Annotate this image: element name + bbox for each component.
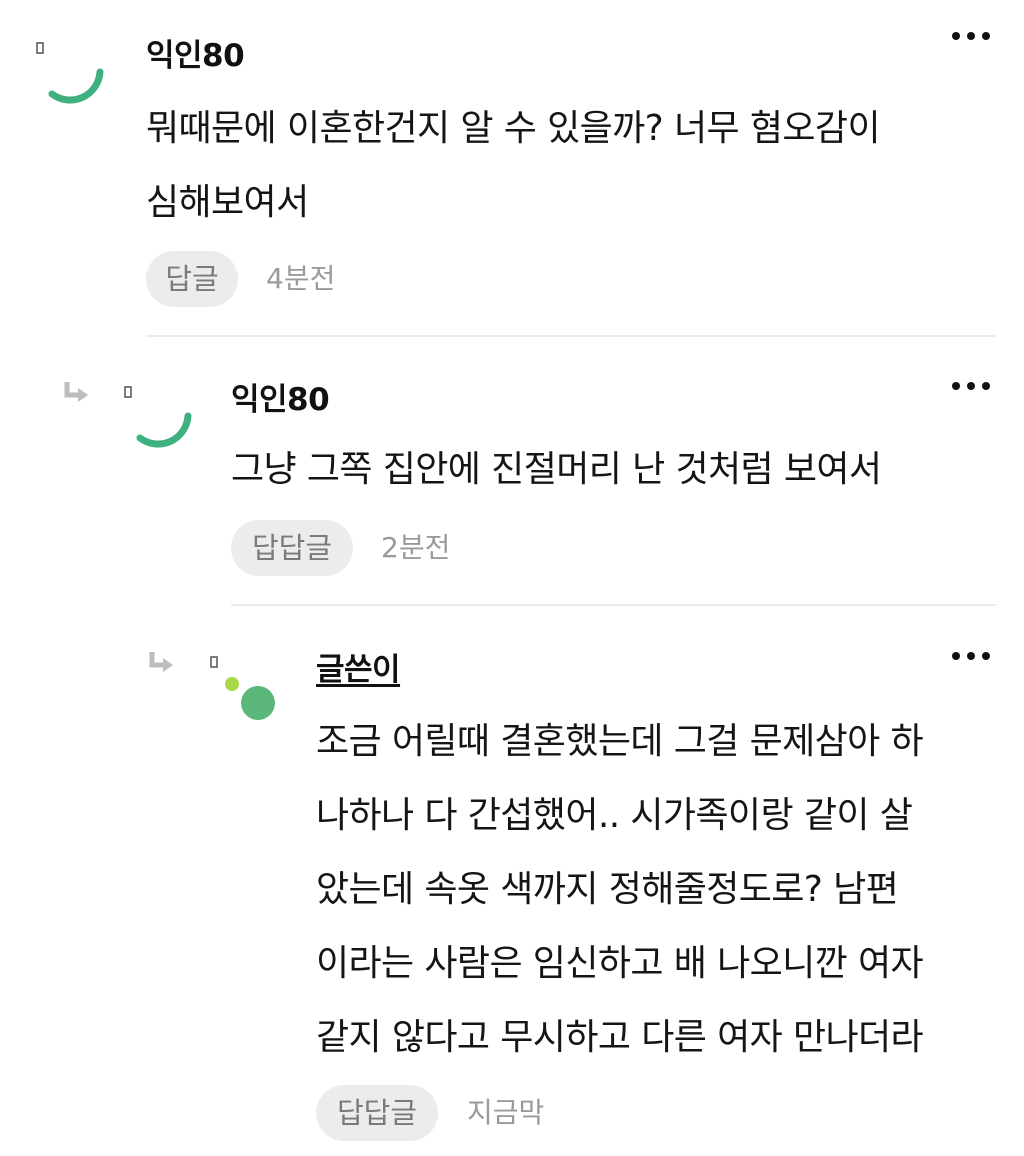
author-name[interactable]: 글쓴이 bbox=[316, 650, 401, 690]
comment-reply-author: 글쓴이 조금 어릴때 결혼했는데 그걸 문제삼아 하 나하나 다 간섭했어.. … bbox=[0, 610, 1024, 1156]
reply-button[interactable]: 답답글 bbox=[231, 520, 353, 576]
comment-text: 조금 어릴때 결혼했는데 그걸 문제삼아 하 나하나 다 간섭했어.. 시가족이… bbox=[316, 721, 924, 1058]
avatar[interactable] bbox=[36, 42, 106, 112]
avatar[interactable] bbox=[124, 386, 194, 456]
author-name[interactable]: 익인80 bbox=[146, 36, 245, 76]
timestamp: 4분전 bbox=[266, 262, 336, 295]
author-avatar-icon bbox=[225, 677, 275, 720]
avatar-icon bbox=[48, 68, 104, 104]
avatar-icon bbox=[136, 412, 192, 448]
author-name[interactable]: 익인80 bbox=[231, 380, 330, 420]
divider bbox=[146, 335, 996, 337]
more-icon[interactable] bbox=[950, 376, 994, 396]
timestamp: 지금막 bbox=[467, 1096, 545, 1129]
avatar[interactable] bbox=[210, 656, 280, 726]
reply-button[interactable]: 답글 bbox=[146, 251, 238, 307]
reply-arrow-icon bbox=[64, 382, 88, 402]
more-icon[interactable] bbox=[950, 26, 994, 46]
comment: 익인80 뭐때문에 이혼한건지 알 수 있을까? 너무 혐오감이 심해보여서 답… bbox=[0, 0, 1024, 340]
comment-reply: 익인80 그냥 그쪽 집안에 진절머리 난 것처럼 보여서 답답글 2분전 bbox=[0, 340, 1024, 610]
comment-text: 그냥 그쪽 집안에 진절머리 난 것처럼 보여서 bbox=[231, 449, 882, 490]
divider bbox=[231, 604, 996, 606]
more-icon[interactable] bbox=[950, 646, 994, 666]
reply-button[interactable]: 답답글 bbox=[316, 1085, 438, 1141]
timestamp: 2분전 bbox=[381, 531, 451, 564]
reply-arrow-icon bbox=[149, 652, 173, 672]
comment-text: 뭐때문에 이혼한건지 알 수 있을까? 너무 혐오감이 심해보여서 bbox=[146, 108, 881, 223]
